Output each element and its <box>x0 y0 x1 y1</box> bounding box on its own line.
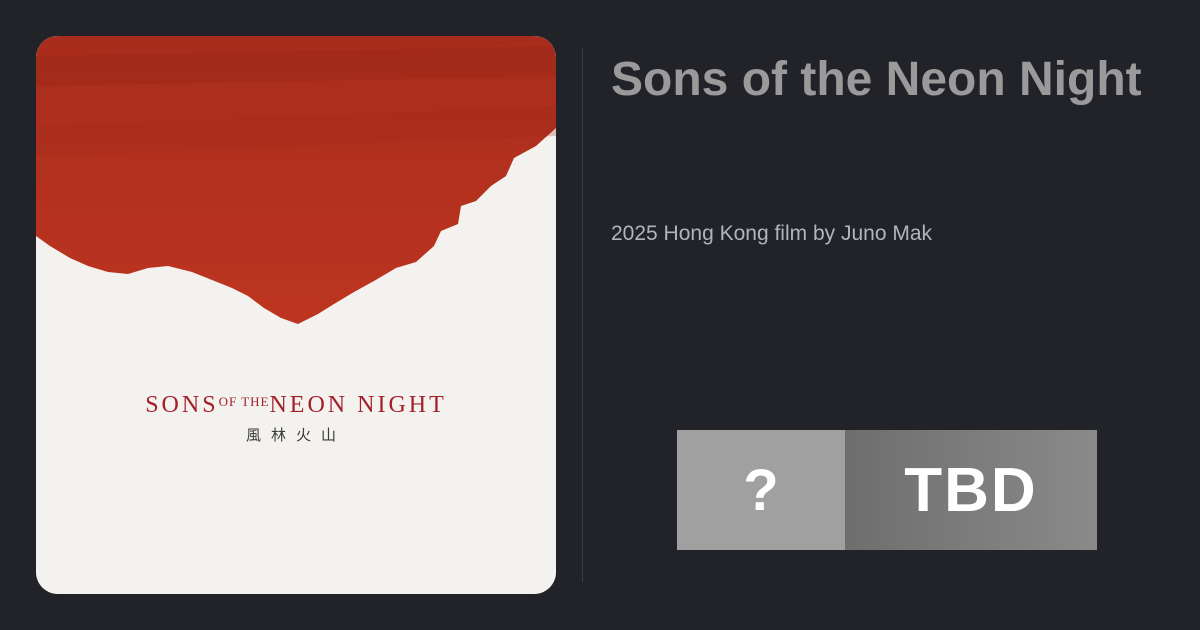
poster-title: SONSOF THENEON NIGHT <box>145 392 447 418</box>
score-question-icon: ? <box>677 430 845 550</box>
score-label: TBD <box>845 430 1097 550</box>
divider <box>582 48 583 582</box>
poster-artwork <box>36 36 556 594</box>
poster-chinese-title: 風林火山 <box>245 426 346 444</box>
page-title: Sons of the Neon Night <box>611 53 1142 106</box>
score-badge: ? TBD <box>677 430 1097 550</box>
poster-image: SONSOF THENEON NIGHT 風林火山 <box>36 36 556 594</box>
page-subtitle: 2025 Hong Kong film by Juno Mak <box>611 222 933 245</box>
